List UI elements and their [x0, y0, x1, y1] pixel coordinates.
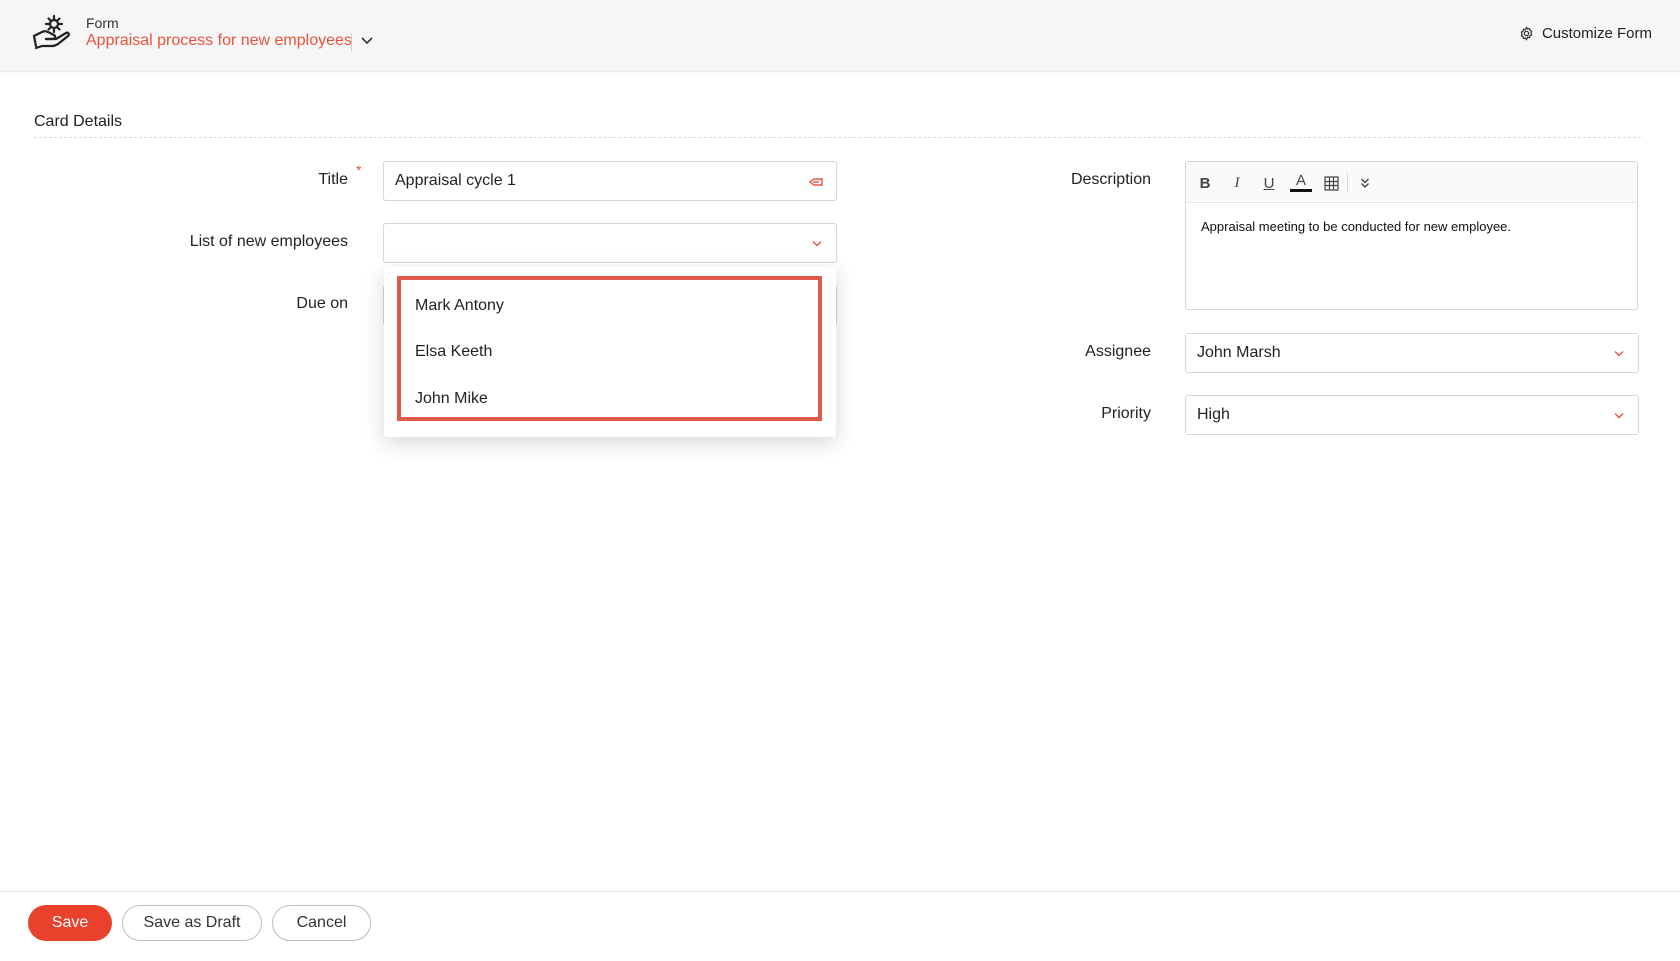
bold-button[interactable]: B: [1194, 172, 1216, 194]
form-header: Form Appraisal process for new employees…: [0, 0, 1680, 72]
chevron-down-icon: [812, 241, 822, 247]
priority-select[interactable]: High: [1185, 395, 1639, 435]
option-john-mike[interactable]: John Mike: [415, 390, 488, 408]
section-divider: [34, 137, 1641, 138]
italic-button[interactable]: I: [1226, 172, 1248, 194]
priority-label: Priority: [1101, 405, 1151, 422]
title-input[interactable]: Appraisal cycle 1: [383, 161, 837, 201]
form-name-link[interactable]: Appraisal process for new employees: [86, 32, 352, 50]
cancel-button[interactable]: Cancel: [272, 905, 371, 941]
assignee-select[interactable]: John Marsh: [1185, 333, 1639, 373]
double-chevron-down-icon: [1361, 178, 1369, 188]
assignee-value: John Marsh: [1197, 344, 1281, 361]
assignee-label: Assignee: [1085, 343, 1151, 360]
form-logo-icon: [32, 14, 70, 50]
due-on-label: Due on: [296, 295, 348, 312]
customize-form-button[interactable]: Customize Form: [1519, 25, 1652, 42]
more-tools-button[interactable]: [1354, 172, 1376, 194]
title-label: Title: [318, 171, 348, 188]
employees-dropdown: Mark Antony Elsa Keeth John Mike: [384, 267, 836, 437]
gear-icon: [1520, 26, 1533, 41]
chevron-down-icon[interactable]: [360, 36, 374, 46]
customize-form-label: Customize Form: [1541, 25, 1652, 42]
font-color-button[interactable]: A: [1290, 172, 1312, 192]
chevron-down-icon: [1614, 413, 1624, 419]
option-elsa-keeth[interactable]: Elsa Keeth: [415, 343, 492, 361]
description-label: Description: [1070, 171, 1151, 188]
save-as-draft-button[interactable]: Save as Draft: [122, 905, 262, 941]
tag-icon[interactable]: [808, 175, 824, 189]
employees-select[interactable]: [383, 223, 837, 263]
header-divider: [351, 33, 352, 51]
save-button[interactable]: Save: [28, 905, 112, 941]
required-marker: *: [356, 162, 362, 178]
description-text: Appraisal meeting to be conducted for ne…: [1201, 219, 1512, 234]
priority-value: High: [1197, 406, 1230, 423]
form-label: Form: [86, 15, 119, 31]
section-title: Card Details: [34, 113, 123, 130]
table-icon: [1323, 175, 1339, 191]
table-button[interactable]: [1320, 172, 1342, 194]
toolbar-divider: [1347, 173, 1348, 193]
option-mark-antony[interactable]: Mark Antony: [415, 297, 504, 315]
footer-divider: [0, 891, 1680, 892]
editor-toolbar: B I U A: [1186, 162, 1637, 203]
underline-button[interactable]: U: [1258, 172, 1280, 194]
chevron-down-icon: [1614, 351, 1624, 357]
description-editor[interactable]: B I U A Appraisal meeting to be conducte…: [1185, 161, 1638, 310]
title-value: Appraisal cycle 1: [395, 172, 516, 189]
employees-label: List of new employees: [189, 233, 348, 250]
